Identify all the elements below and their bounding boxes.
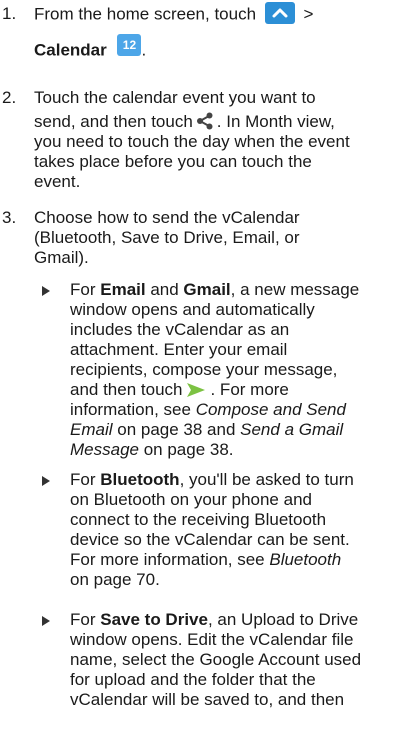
chevron-up-icon xyxy=(264,2,295,24)
step-number: 2. xyxy=(2,88,17,107)
calendar-icon: 12 xyxy=(117,34,142,56)
bullet-text: For Save to Drive, an Upload to Drive wi… xyxy=(70,610,362,709)
link-compose-send-email[interactable]: Compose and Send xyxy=(196,400,346,419)
bullet-triangle-icon xyxy=(42,476,50,486)
step-text: Touch the calendar event you want to sen… xyxy=(34,88,404,192)
step-line: and then touch . For more xyxy=(70,380,289,399)
bullet-triangle-icon xyxy=(42,286,50,296)
step-number: 1. xyxy=(2,4,17,23)
link-send-gmail-message[interactable]: Send a Gmail xyxy=(240,420,343,439)
link-bluetooth[interactable]: Bluetooth xyxy=(269,550,341,569)
link-compose-send-email-cont[interactable]: Email xyxy=(70,420,113,439)
step-line: From the home screen, touch > xyxy=(34,2,404,26)
step-line: Calendar 12. xyxy=(34,34,404,62)
document-page: 1. From the home screen, touch > Calenda… xyxy=(0,0,412,747)
send-icon xyxy=(185,381,207,399)
step-number: 3. xyxy=(2,208,17,227)
bullet-text: For Bluetooth, you'll be asked to turn o… xyxy=(70,470,354,589)
step-text: Choose how to send the vCalendar (Blueto… xyxy=(34,208,300,267)
step-line: send, and then touch . In Month view, xyxy=(34,112,335,131)
step-text: From the home screen, touch > Calendar 1… xyxy=(34,2,404,62)
link-send-gmail-message-cont[interactable]: Message xyxy=(70,440,139,459)
bullet-text: For Email and Gmail, a new message windo… xyxy=(70,280,404,460)
bullet-triangle-icon xyxy=(42,616,50,626)
share-icon xyxy=(196,112,214,130)
